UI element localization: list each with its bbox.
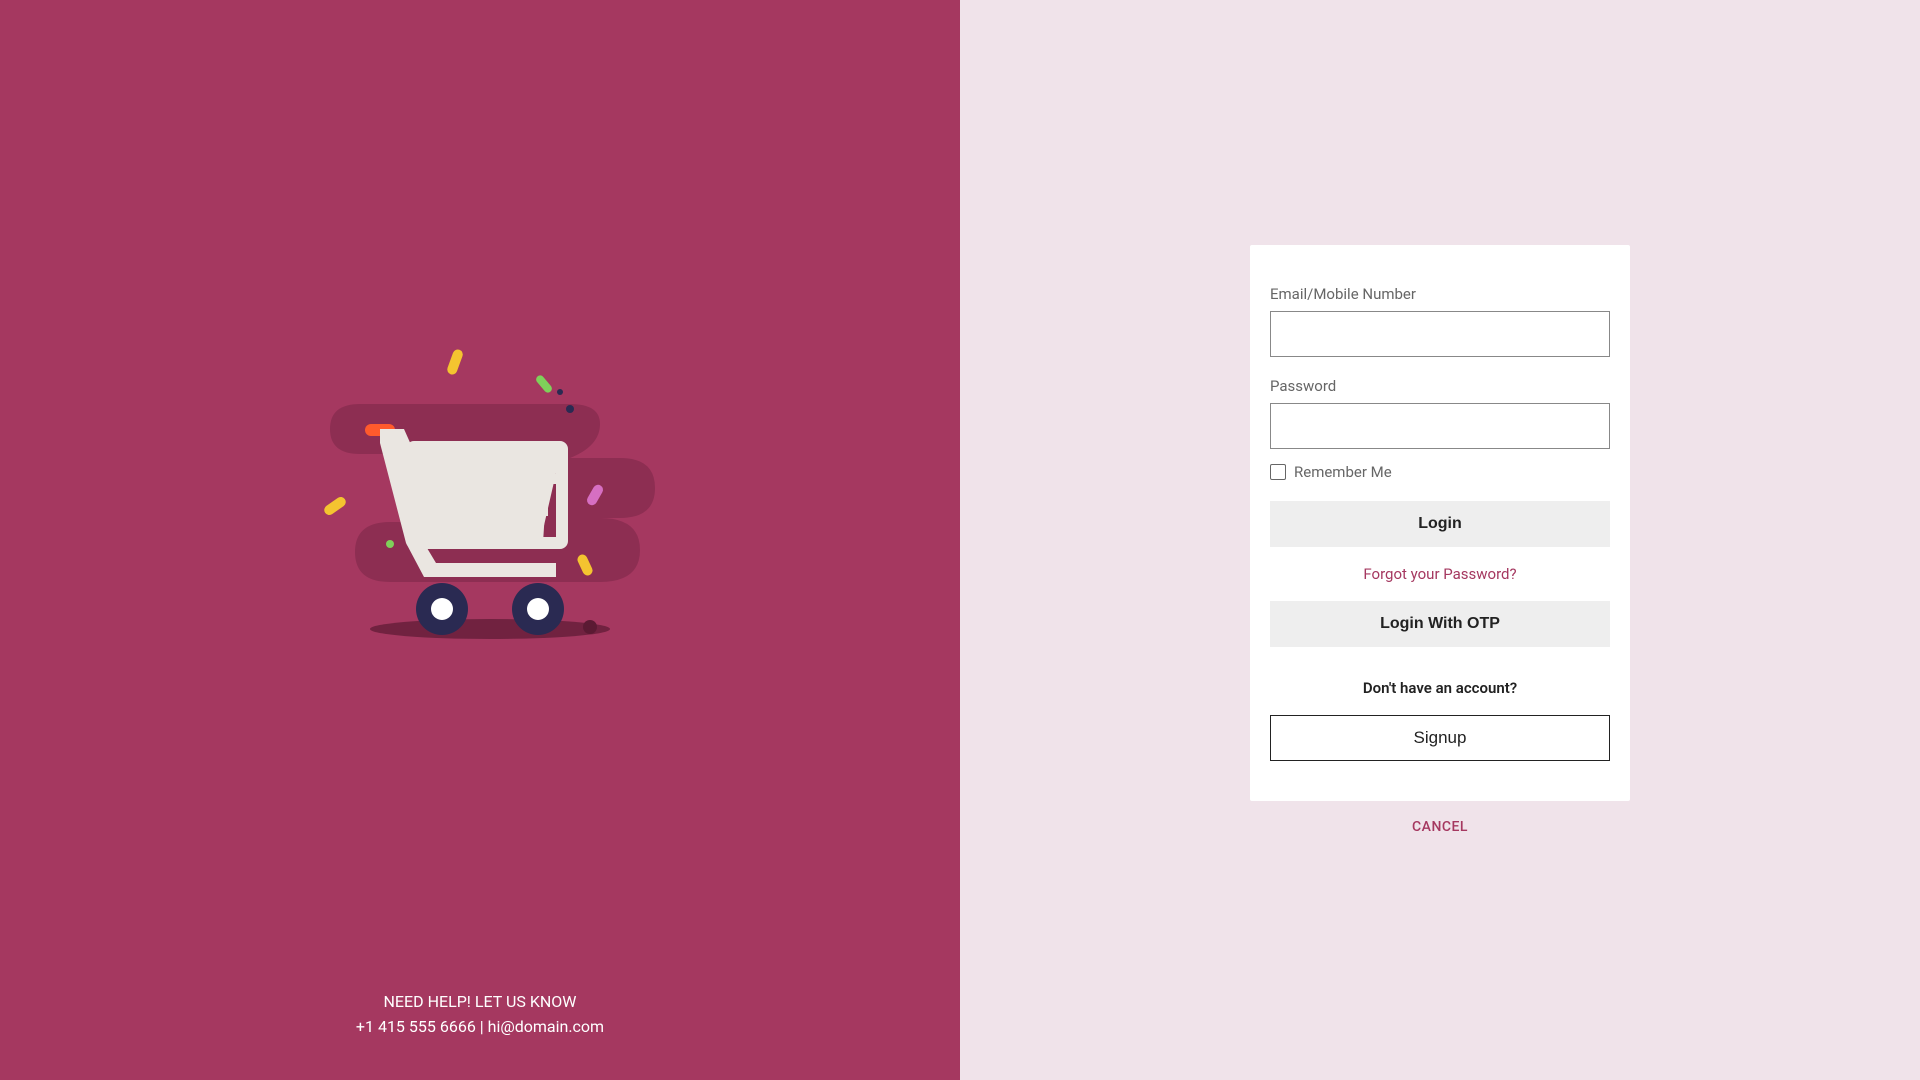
signup-button[interactable]: Signup [1270,715,1610,761]
email-label: Email/Mobile Number [1270,285,1610,303]
shopping-cart-icon [270,314,690,674]
password-label: Password [1270,377,1610,395]
forgot-password-link[interactable]: Forgot your Password? [1270,565,1610,583]
cart-illustration [270,0,690,989]
help-phone: +1 415 555 6666 [356,1017,476,1036]
remember-label: Remember Me [1294,463,1392,481]
form-panel: Email/Mobile Number Password Remember Me… [960,0,1920,1080]
signup-prompt: Don't have an account? [1270,679,1610,697]
cancel-link[interactable]: CANCEL [1412,819,1468,835]
help-heading: NEED HELP! LET US KNOW [356,989,604,1015]
help-contact: +1 415 555 6666 | hi@domain.com [356,1014,604,1040]
login-otp-button[interactable]: Login With OTP [1270,601,1610,647]
login-card: Email/Mobile Number Password Remember Me… [1250,245,1630,801]
help-footer: NEED HELP! LET US KNOW +1 415 555 6666 |… [356,989,604,1080]
remember-checkbox[interactable] [1270,464,1286,480]
signup-button-label: Signup [1414,728,1467,748]
brand-panel: NEED HELP! LET US KNOW +1 415 555 6666 |… [0,0,960,1080]
help-separator: | [476,1017,488,1036]
email-field-group: Email/Mobile Number [1270,285,1610,357]
password-input[interactable] [1270,403,1610,449]
remember-row: Remember Me [1270,463,1610,481]
email-input[interactable] [1270,311,1610,357]
password-field-group: Password [1270,377,1610,449]
login-button-label: Login [1418,515,1462,533]
login-otp-button-label: Login With OTP [1380,615,1500,633]
login-button[interactable]: Login [1270,501,1610,547]
help-email: hi@domain.com [488,1017,604,1036]
